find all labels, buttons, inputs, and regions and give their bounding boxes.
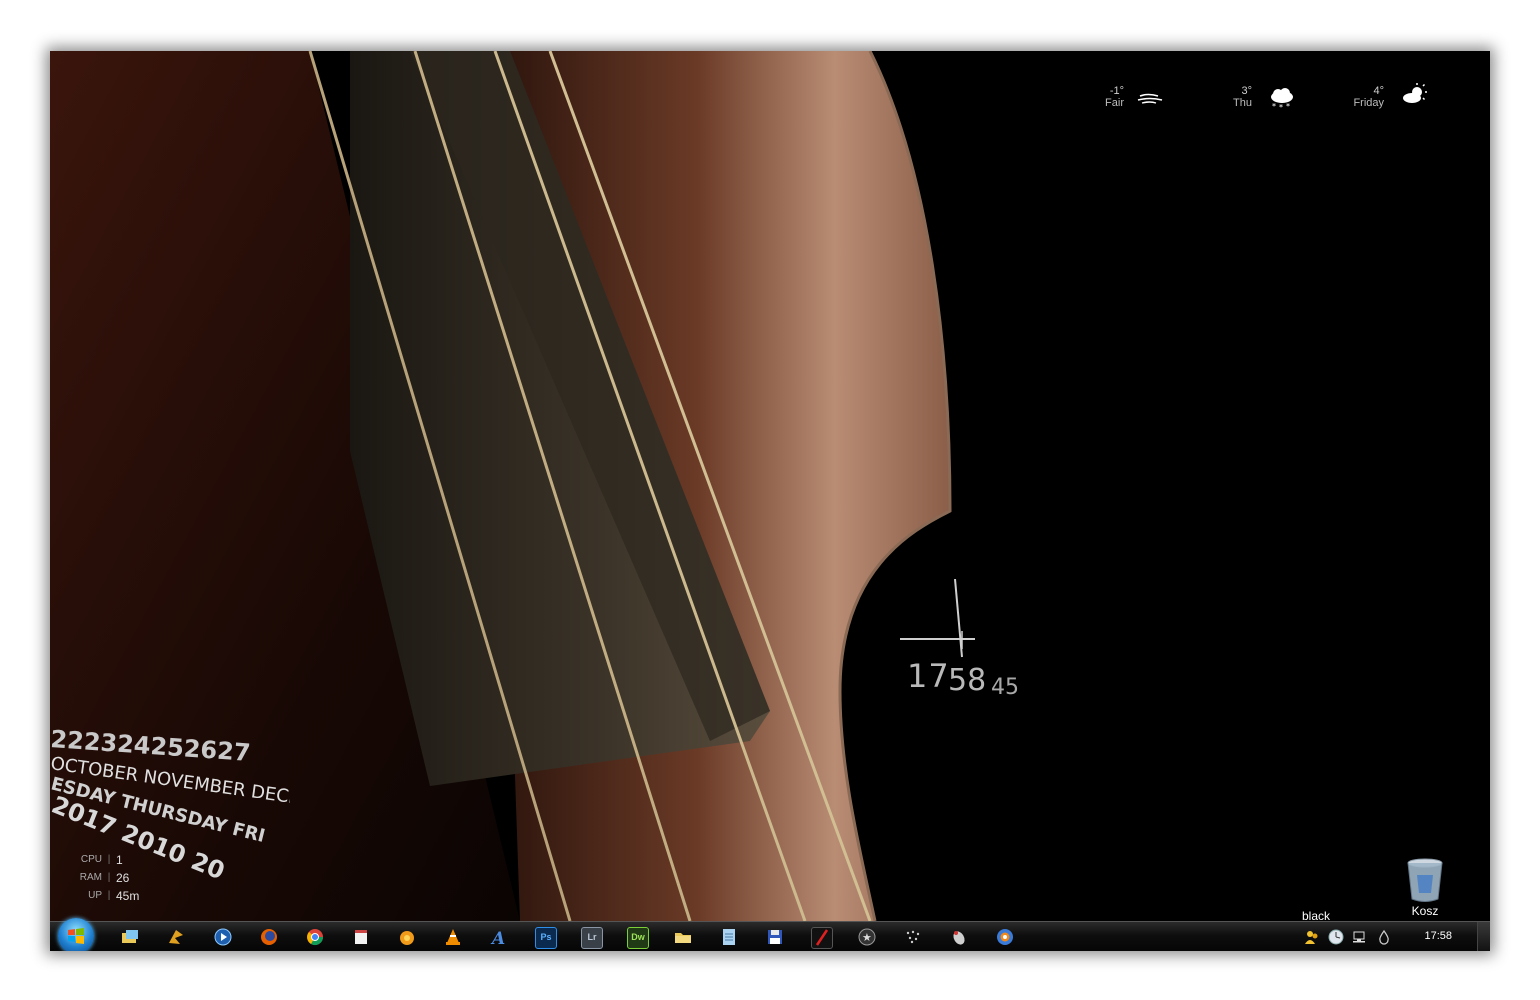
sysmon-ram-value: 26: [116, 871, 130, 885]
weather-thu-temp: 3°: [1241, 85, 1252, 97]
red-slash-app-icon[interactable]: [811, 927, 833, 949]
fog-icon: [1137, 93, 1163, 104]
sysmon-ram-key: RAM: [79, 872, 102, 883]
dreamweaver-icon[interactable]: Dw: [627, 927, 649, 949]
svg-text:*: *: [1272, 102, 1276, 111]
desktop: -1° Fair 3° Thu * * * 4° Friday 17 58 45…: [50, 51, 1490, 951]
start-button[interactable]: [58, 918, 94, 951]
dotted-icon[interactable]: [903, 927, 923, 947]
firefox-blue-icon[interactable]: [995, 927, 1015, 947]
system-monitor: CPU | 1 RAM | 26 UP | 45m: [64, 851, 140, 905]
weather-now-label: Fair: [1105, 97, 1124, 109]
show-desktop-button[interactable]: [1477, 922, 1490, 951]
snow-cloud-icon: * * *: [1271, 88, 1293, 111]
weather-thu-label: Thu: [1233, 97, 1252, 109]
lightroom-icon[interactable]: Lr: [581, 927, 603, 949]
notepad-icon[interactable]: [351, 927, 371, 947]
mouse-icon[interactable]: [949, 927, 969, 947]
tray-users-icon[interactable]: [1304, 929, 1320, 945]
folder-icon[interactable]: [673, 927, 693, 947]
clock-hands: [900, 579, 975, 658]
windows-logo-icon: [68, 928, 84, 944]
sysmon-up-key: UP: [88, 890, 102, 901]
svg-text:★: ★: [862, 931, 872, 944]
clock-widget: 17 58 45: [900, 579, 1030, 700]
tray-clock-app-icon[interactable]: [1328, 929, 1344, 945]
sysmon-row-cpu: CPU | 1: [64, 851, 139, 869]
clock-seconds: 45: [991, 675, 1019, 700]
weather-now: -1° Fair: [1098, 85, 1124, 109]
weather-friday: 4° Friday: [1344, 85, 1384, 109]
clock-hours: 17: [907, 657, 950, 695]
weather-friday-label: Friday: [1353, 97, 1384, 109]
photoshop-icon-label: Ps: [540, 932, 552, 942]
desktop-icon-recycle-bin[interactable]: Kosz: [1402, 857, 1448, 918]
sysmon-up-value: 45m: [116, 889, 140, 903]
taskbar: A Ps Lr Dw ★ 17:58: [50, 918, 1490, 951]
sysmon-separator: |: [107, 872, 111, 883]
weather-friday-temp: 4°: [1373, 85, 1384, 97]
sysmon-separator: |: [107, 890, 111, 901]
sysmon-separator: |: [107, 854, 111, 865]
tray-drop-icon[interactable]: [1376, 929, 1392, 945]
sysmon-cpu-key: CPU: [80, 854, 102, 865]
winamp-icon[interactable]: [166, 927, 186, 947]
sysmon-row-up: UP | 45m: [64, 887, 139, 905]
text-a-icon[interactable]: A: [489, 927, 509, 949]
windows-explorer-icon[interactable]: [120, 927, 140, 947]
orange-app-icon[interactable]: [397, 927, 417, 947]
svg-text:*: *: [1279, 103, 1283, 111]
clock-minutes: 58: [948, 663, 987, 698]
sun-cloud-icon: [1403, 83, 1427, 103]
weather-now-temp: -1°: [1109, 85, 1124, 97]
sysmon-cpu-value: 1: [116, 853, 123, 867]
recycle-bin-label: Kosz: [1411, 904, 1439, 918]
firefox-icon[interactable]: [259, 927, 279, 947]
lightroom-icon-label: Lr: [587, 932, 597, 942]
star-circle-icon[interactable]: ★: [857, 927, 877, 947]
document-icon[interactable]: [719, 927, 739, 947]
photoshop-icon[interactable]: Ps: [535, 927, 557, 949]
svg-text:A: A: [490, 929, 505, 947]
chrome-icon[interactable]: [305, 927, 325, 947]
floppy-save-icon[interactable]: [765, 927, 785, 947]
svg-text:*: *: [1286, 102, 1290, 111]
tray-network-icon[interactable]: [1352, 929, 1368, 945]
sysmon-row-ram: RAM | 26: [64, 869, 139, 887]
weather-thu: 3° Thu: [1226, 85, 1252, 109]
dreamweaver-icon-label: Dw: [631, 932, 645, 942]
tray-clock[interactable]: 17:58: [1424, 930, 1452, 942]
media-player-icon[interactable]: [213, 927, 233, 947]
recycle-bin-icon: [1407, 858, 1443, 902]
vlc-icon[interactable]: [443, 927, 463, 947]
